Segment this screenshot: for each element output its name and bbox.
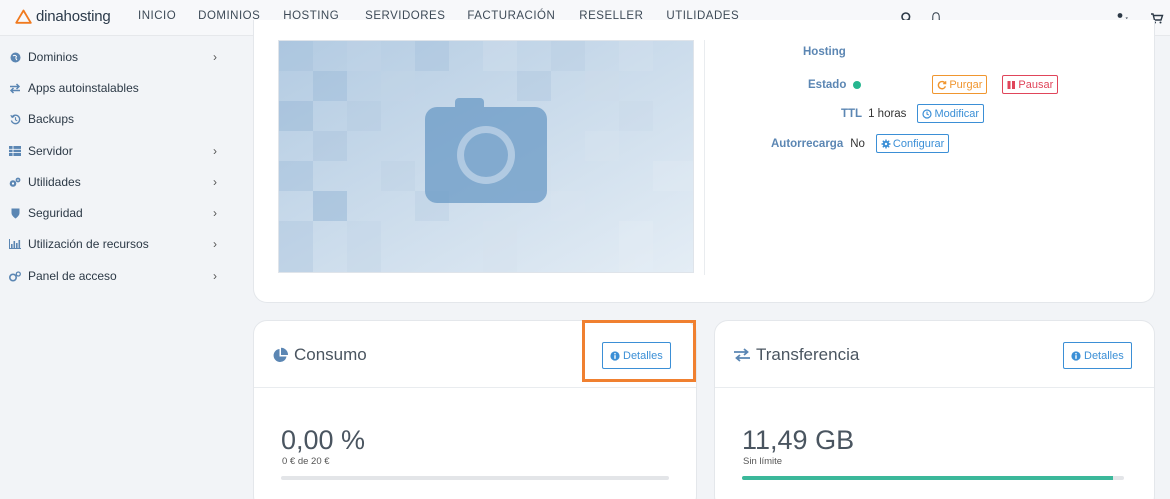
refresh-icon [938, 80, 947, 89]
sidebar-item-label: Utilidades [28, 175, 81, 189]
transferencia-subvalue: Sin límite [743, 456, 783, 467]
globe-icon [9, 51, 21, 63]
chevron-right-icon: › [213, 50, 217, 64]
sidebar-item-dominios[interactable]: Dominios › [0, 42, 240, 72]
sidebar-item-utilidades[interactable]: Utilidades › [0, 167, 240, 197]
gears-icon [9, 270, 21, 282]
bar-chart-icon [9, 238, 21, 250]
clock-icon [922, 108, 933, 119]
purgar-label: Purgar [949, 78, 983, 91]
sidebar-item-label: Dominios [28, 50, 79, 64]
autorrecarga-value: No [850, 137, 865, 150]
cogs-icon [9, 176, 21, 188]
chevron-right-icon: › [213, 237, 217, 251]
card-divider [715, 387, 1154, 388]
consumo-title: Consumo [272, 345, 367, 365]
hosting-label: Hosting [803, 46, 846, 58]
pause-icon [1007, 80, 1016, 89]
cog-icon [881, 139, 891, 148]
server-icon [9, 145, 21, 157]
sidebar-item-label: Apps autoinstalables [28, 81, 139, 95]
pausar-label: Pausar [1018, 78, 1054, 91]
sidebar-item-apps[interactable]: Apps autoinstalables [0, 73, 240, 103]
sidebar-item-label: Backups [28, 112, 75, 126]
exchange-icon [734, 348, 750, 362]
ttl-label: TTL [841, 107, 863, 120]
camera-placeholder-icon [279, 41, 693, 272]
nav-inicio[interactable]: INICIO [138, 10, 176, 22]
transferencia-detalles-button[interactable]: Detalles [1063, 342, 1132, 369]
shield-icon [9, 207, 21, 219]
sidebar-item-label: Seguridad [28, 206, 83, 220]
logo-text: dinahosting [36, 8, 111, 25]
info-icon [1071, 350, 1081, 361]
modificar-label: Modificar [934, 107, 980, 120]
history-icon [9, 113, 21, 125]
configurar-label: Configurar [892, 137, 945, 150]
sidebar-item-utilizacion[interactable]: Utilización de recursos › [0, 229, 240, 259]
transferencia-progress-fill [742, 476, 1113, 480]
ttl-row: TTL 1 horas Modificar [841, 104, 985, 123]
chevron-right-icon: › [213, 269, 217, 283]
hosting-summary-card: Hosting Estado Purgar Pausar TTL 1 horas… [253, 20, 1155, 303]
pausar-button[interactable]: Pausar [1002, 75, 1059, 94]
transferencia-title: Transferencia [733, 345, 859, 365]
logo-triangle-icon [15, 9, 32, 24]
logo[interactable]: dinahosting [15, 8, 111, 25]
consumo-title-text: Consumo [294, 345, 367, 364]
exchange-icon [9, 82, 21, 94]
pie-chart-icon [273, 347, 289, 362]
highlight-box [582, 320, 696, 382]
configurar-button[interactable]: Configurar [875, 134, 950, 153]
transferencia-title-text: Transferencia [756, 345, 860, 364]
sidebar-item-servidor[interactable]: Servidor › [0, 136, 240, 166]
sidebar-item-seguridad[interactable]: Seguridad › [0, 198, 240, 228]
status-online-dot [853, 80, 862, 89]
chevron-right-icon: › [213, 206, 217, 220]
chevron-right-icon: › [213, 175, 217, 189]
sidebar-item-label: Servidor [28, 144, 73, 158]
consumo-progress-bar [281, 476, 669, 480]
modificar-button[interactable]: Modificar [917, 104, 985, 123]
chevron-right-icon: › [213, 144, 217, 158]
card-divider [704, 40, 705, 275]
consumo-value: 0,00 % [281, 425, 366, 455]
consumo-subvalue: 0 € de 20 € [282, 456, 330, 467]
purgar-button[interactable]: Purgar [932, 75, 988, 94]
estado-row: Estado Purgar Pausar [808, 75, 1059, 94]
transferencia-progress-bar [742, 476, 1124, 480]
sidebar-item-backups[interactable]: Backups [0, 104, 240, 134]
sidebar-item-label: Utilización de recursos [28, 237, 149, 251]
transferencia-card: Transferencia Detalles 11,49 GB Sin lími… [714, 320, 1155, 499]
transferencia-value: 11,49 GB [742, 425, 855, 455]
ttl-value: 1 horas [868, 107, 907, 120]
detalles-label: Detalles [1084, 349, 1124, 362]
hosting-row: Hosting [803, 46, 846, 58]
screenshot-placeholder-image [278, 40, 694, 273]
autorrecarga-row: Autorrecarga No Configurar [771, 134, 950, 153]
nav-dominios[interactable]: DOMINIOS [198, 10, 260, 22]
estado-label: Estado [808, 78, 847, 91]
autorrecarga-label: Autorrecarga [771, 137, 844, 150]
sidebar-item-label: Panel de acceso [28, 269, 117, 283]
card-divider [254, 387, 696, 388]
sidebar-item-panel-acceso[interactable]: Panel de acceso › [0, 261, 240, 291]
